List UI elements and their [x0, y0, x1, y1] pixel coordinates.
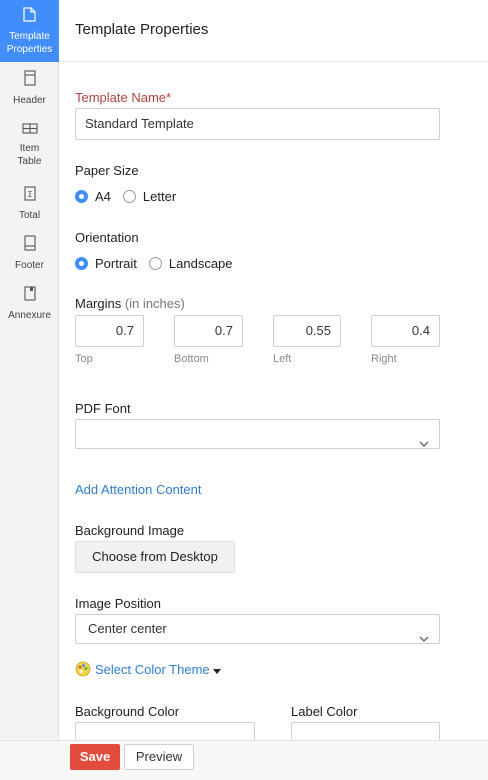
sidebar-item-total[interactable]: Σ Total — [0, 186, 59, 221]
radio-unselected-icon[interactable] — [122, 190, 136, 203]
paper-size-letter-option[interactable]: Letter — [122, 189, 177, 204]
margin-bottom-input[interactable]: 0.7 — [174, 315, 243, 347]
orientation-landscape-option[interactable]: Landscape — [148, 256, 233, 271]
save-button[interactable]: Save — [70, 744, 120, 770]
pdf-font-label: PDF Font — [75, 401, 131, 416]
image-position-label: Image Position — [75, 596, 161, 611]
table-icon — [0, 123, 59, 138]
background-color-label: Background Color — [75, 704, 180, 719]
pdf-font-select[interactable] — [75, 419, 440, 449]
caret-down-icon — [212, 662, 221, 677]
preview-button[interactable]: Preview — [124, 744, 194, 770]
margins-label: Margins (in inches) — [75, 296, 185, 311]
label-color-input[interactable] — [291, 722, 440, 742]
page-title: Template Properties — [75, 21, 209, 38]
select-color-theme-dropdown[interactable]: Select Color Theme — [75, 661, 221, 677]
chevron-down-icon — [419, 625, 429, 653]
select-color-theme-link[interactable]: Select Color Theme — [95, 662, 210, 677]
footer-bar: Save Preview — [0, 740, 488, 780]
margin-right-input[interactable]: 0.4 — [371, 315, 440, 347]
label-color-label: Label Color — [291, 704, 358, 719]
margin-bottom-label: Bottom — [174, 353, 209, 365]
footer-icon — [0, 235, 59, 255]
margins-label-text: Margins — [75, 296, 122, 311]
template-name-label: Template Name* — [75, 90, 172, 105]
choose-from-desktop-button[interactable]: Choose from Desktop — [75, 541, 235, 573]
radio-selected-icon[interactable] — [75, 257, 88, 270]
palette-icon — [75, 661, 91, 677]
sidebar-item-label: Footer — [15, 260, 44, 271]
image-position-value: Center center — [88, 621, 167, 636]
radio-selected-icon[interactable] — [75, 190, 88, 203]
sidebar: Template Properties Header Item Table Σ … — [0, 0, 59, 740]
sidebar-item-label: Header — [13, 95, 46, 106]
orientation-options: Portrait Landscape — [75, 256, 245, 271]
sidebar-item-label: Template — [9, 31, 50, 42]
sigma-icon: Σ — [0, 186, 59, 205]
sidebar-item-item-table[interactable]: Item Table — [0, 123, 59, 169]
svg-text:Σ: Σ — [27, 190, 32, 199]
sidebar-item-label: Total — [18, 210, 41, 221]
sidebar-item-label: Table — [17, 156, 42, 167]
margin-left-input[interactable]: 0.55 — [273, 315, 341, 347]
radio-label: A4 — [95, 189, 111, 204]
header-icon — [0, 70, 59, 90]
sidebar-item-footer[interactable]: Footer — [0, 235, 59, 271]
margin-left-label: Left — [273, 353, 292, 365]
radio-label: Letter — [142, 189, 177, 204]
orientation-label: Orientation — [75, 230, 139, 245]
radio-label: Landscape — [168, 256, 233, 271]
margin-top-input[interactable]: 0.7 — [75, 315, 144, 347]
sidebar-item-label: Properties — [6, 44, 53, 55]
margin-right-label: Right — [371, 353, 397, 365]
panel-header: Template Properties — [60, 0, 488, 62]
sidebar-item-label: Item — [19, 143, 40, 154]
sidebar-item-label: Annexure — [8, 310, 51, 321]
margins-unit-note: (in inches) — [124, 296, 185, 311]
radio-label: Portrait — [95, 256, 137, 271]
background-image-label: Background Image — [75, 523, 185, 538]
chevron-down-icon — [419, 430, 429, 458]
sidebar-item-annexure[interactable]: Annexure — [0, 286, 59, 321]
orientation-portrait-option[interactable]: Portrait — [75, 256, 137, 271]
paper-size-label: Paper Size — [75, 163, 139, 178]
add-attention-content-link[interactable]: Add Attention Content — [75, 482, 201, 497]
sidebar-item-header[interactable]: Header — [0, 70, 59, 110]
template-name-input[interactable]: Standard Template — [75, 108, 440, 140]
image-position-select[interactable]: Center center — [75, 614, 440, 644]
document-icon — [0, 7, 59, 26]
margin-top-label: Top — [75, 353, 93, 365]
radio-unselected-icon[interactable] — [148, 257, 162, 270]
sidebar-item-template-properties[interactable]: Template Properties — [0, 0, 59, 62]
background-color-input[interactable] — [75, 722, 255, 742]
paper-size-options: A4 Letter — [75, 189, 188, 204]
paper-size-a4-option[interactable]: A4 — [75, 189, 111, 204]
annexure-icon — [0, 286, 59, 305]
